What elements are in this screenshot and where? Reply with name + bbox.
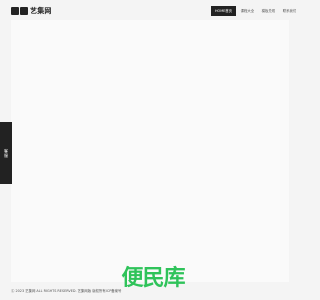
nav-item-contact[interactable]: 联系我们 (279, 6, 300, 16)
side-service-tab[interactable]: 客服 (0, 122, 12, 184)
watermark-logo: 便民库 (121, 266, 185, 291)
nav-item-home[interactable]: HOME首页 (211, 6, 237, 16)
side-tab-label: 客服 (4, 148, 9, 158)
nav-item-courses[interactable]: 课程大全 (237, 6, 258, 16)
main-nav: HOME首页 课程大全 模板兑现 联系我们 (211, 6, 301, 16)
nav-item-templates[interactable]: 模板兑现 (258, 6, 279, 16)
footer-copyright: Ⓒ 2023 艺集网 ALL RIGHTS RESERVED. 艺集网版 版权所… (11, 289, 122, 293)
grid-logo-icon (11, 7, 28, 15)
site-header: 艺集网 HOME首页 课程大全 模板兑现 联系我们 (0, 0, 300, 20)
site-logo[interactable]: 艺集网 (11, 6, 52, 16)
main-content-area (11, 20, 289, 282)
site-name: 艺集网 (30, 7, 52, 15)
